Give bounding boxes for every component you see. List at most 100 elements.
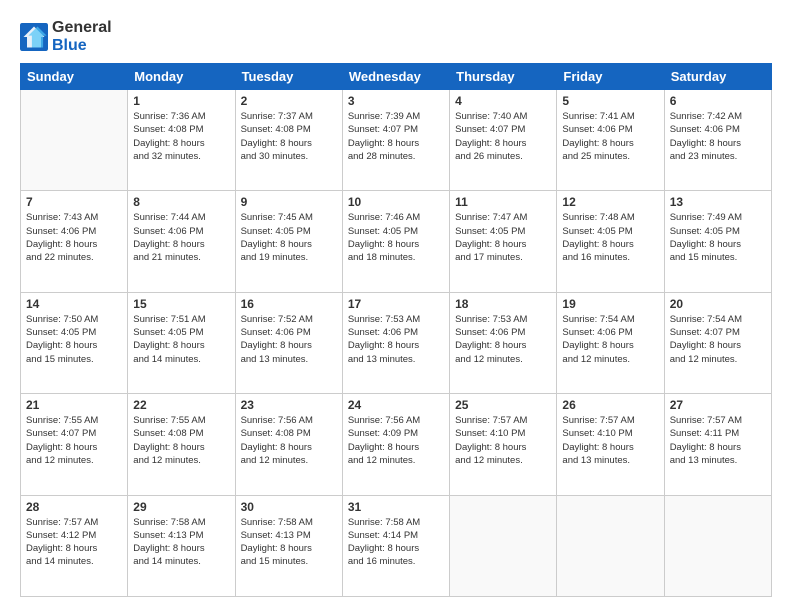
day-content: Sunrise: 7:53 AM Sunset: 4:06 PM Dayligh… — [348, 313, 444, 366]
day-cell: 23Sunrise: 7:56 AM Sunset: 4:08 PM Dayli… — [235, 394, 342, 495]
day-content: Sunrise: 7:57 AM Sunset: 4:11 PM Dayligh… — [670, 414, 766, 467]
day-content: Sunrise: 7:53 AM Sunset: 4:06 PM Dayligh… — [455, 313, 551, 366]
day-cell: 20 Sunrise: 7:54 AM Sunset: 4:07 PM Dayli… — [664, 292, 771, 393]
day-content: Sunrise: 7:50 AM Sunset: 4:05 PM Dayligh… — [26, 313, 122, 366]
logo: General Blue — [20, 19, 112, 55]
day-cell: 24 Sunrise: 7:56 AM Sunset: 4:09 PM Dayli… — [342, 394, 449, 495]
day-number: 21 — [26, 398, 122, 412]
week-row-2: 7 Sunrise: 7:43 AM Sunset: 4:06 PM Daylig… — [21, 191, 772, 292]
weekday-header-wednesday: Wednesday — [342, 64, 449, 90]
calendar-body: 1Sunrise: 7:36 AM Sunset: 4:08 PM Daylig… — [21, 90, 772, 597]
week-row-3: 14 Sunrise: 7:50 AM Sunset: 4:05 PM Dayli… — [21, 292, 772, 393]
logo-text-line1: General — [52, 19, 112, 37]
header: General Blue — [20, 15, 772, 55]
calendar-page: General Blue SundayMondayTuesdayWednesda… — [0, 0, 792, 612]
day-cell: 13 Sunrise: 7:49 AM Sunset: 4:05 PM Dayli… — [664, 191, 771, 292]
weekday-header-friday: Friday — [557, 64, 664, 90]
day-cell: 28Sunrise: 7:57 AM Sunset: 4:12 PM Dayli… — [21, 495, 128, 596]
day-cell: 22Sunrise: 7:55 AM Sunset: 4:08 PM Dayli… — [128, 394, 235, 495]
day-number: 29 — [133, 500, 229, 514]
day-cell: 4 Sunrise: 7:40 AM Sunset: 4:07 PM Daylig… — [450, 90, 557, 191]
day-cell — [21, 90, 128, 191]
weekday-header-tuesday: Tuesday — [235, 64, 342, 90]
day-cell: 25Sunrise: 7:57 AM Sunset: 4:10 PM Dayli… — [450, 394, 557, 495]
day-content: Sunrise: 7:54 AM Sunset: 4:07 PM Dayligh… — [670, 313, 766, 366]
day-content: Sunrise: 7:56 AM Sunset: 4:08 PM Dayligh… — [241, 414, 337, 467]
day-cell: 16 Sunrise: 7:52 AM Sunset: 4:06 PM Dayli… — [235, 292, 342, 393]
day-number: 14 — [26, 297, 122, 311]
day-cell: 27 Sunrise: 7:57 AM Sunset: 4:11 PM Dayli… — [664, 394, 771, 495]
day-number: 22 — [133, 398, 229, 412]
day-cell — [557, 495, 664, 596]
day-number: 4 — [455, 94, 551, 108]
day-number: 31 — [348, 500, 444, 514]
day-content: Sunrise: 7:48 AM Sunset: 4:05 PM Dayligh… — [562, 211, 658, 264]
day-cell: 17 Sunrise: 7:53 AM Sunset: 4:06 PM Dayli… — [342, 292, 449, 393]
day-cell: 19 Sunrise: 7:54 AM Sunset: 4:06 PM Dayli… — [557, 292, 664, 393]
day-number: 2 — [241, 94, 337, 108]
day-content: Sunrise: 7:41 AM Sunset: 4:06 PM Dayligh… — [562, 110, 658, 163]
day-content: Sunrise: 7:39 AM Sunset: 4:07 PM Dayligh… — [348, 110, 444, 163]
day-content: Sunrise: 7:56 AM Sunset: 4:09 PM Dayligh… — [348, 414, 444, 467]
day-content: Sunrise: 7:49 AM Sunset: 4:05 PM Dayligh… — [670, 211, 766, 264]
day-cell: 1Sunrise: 7:36 AM Sunset: 4:08 PM Daylig… — [128, 90, 235, 191]
day-number: 13 — [670, 195, 766, 209]
day-cell: 10Sunrise: 7:46 AM Sunset: 4:05 PM Dayli… — [342, 191, 449, 292]
day-cell: 7 Sunrise: 7:43 AM Sunset: 4:06 PM Daylig… — [21, 191, 128, 292]
day-number: 10 — [348, 195, 444, 209]
day-number: 12 — [562, 195, 658, 209]
day-number: 25 — [455, 398, 551, 412]
weekday-header-saturday: Saturday — [664, 64, 771, 90]
day-number: 24 — [348, 398, 444, 412]
day-number: 16 — [241, 297, 337, 311]
day-content: Sunrise: 7:37 AM Sunset: 4:08 PM Dayligh… — [241, 110, 337, 163]
logo-icon — [20, 23, 48, 51]
day-cell: 3 Sunrise: 7:39 AM Sunset: 4:07 PM Daylig… — [342, 90, 449, 191]
day-content: Sunrise: 7:43 AM Sunset: 4:06 PM Dayligh… — [26, 211, 122, 264]
day-content: Sunrise: 7:55 AM Sunset: 4:07 PM Dayligh… — [26, 414, 122, 467]
day-content: Sunrise: 7:51 AM Sunset: 4:05 PM Dayligh… — [133, 313, 229, 366]
day-content: Sunrise: 7:58 AM Sunset: 4:14 PM Dayligh… — [348, 516, 444, 569]
weekday-row: SundayMondayTuesdayWednesdayThursdayFrid… — [21, 64, 772, 90]
day-cell: 2 Sunrise: 7:37 AM Sunset: 4:08 PM Daylig… — [235, 90, 342, 191]
calendar-header: SundayMondayTuesdayWednesdayThursdayFrid… — [21, 64, 772, 90]
day-cell: 21 Sunrise: 7:55 AM Sunset: 4:07 PM Dayli… — [21, 394, 128, 495]
day-content: Sunrise: 7:54 AM Sunset: 4:06 PM Dayligh… — [562, 313, 658, 366]
day-content: Sunrise: 7:52 AM Sunset: 4:06 PM Dayligh… — [241, 313, 337, 366]
day-cell: 18 Sunrise: 7:53 AM Sunset: 4:06 PM Dayli… — [450, 292, 557, 393]
day-content: Sunrise: 7:45 AM Sunset: 4:05 PM Dayligh… — [241, 211, 337, 264]
day-cell — [664, 495, 771, 596]
day-number: 7 — [26, 195, 122, 209]
calendar-table: SundayMondayTuesdayWednesdayThursdayFrid… — [20, 63, 772, 597]
day-number: 15 — [133, 297, 229, 311]
day-content: Sunrise: 7:47 AM Sunset: 4:05 PM Dayligh… — [455, 211, 551, 264]
day-number: 8 — [133, 195, 229, 209]
day-number: 5 — [562, 94, 658, 108]
day-cell: 12 Sunrise: 7:48 AM Sunset: 4:05 PM Dayli… — [557, 191, 664, 292]
day-cell — [450, 495, 557, 596]
day-content: Sunrise: 7:40 AM Sunset: 4:07 PM Dayligh… — [455, 110, 551, 163]
day-content: Sunrise: 7:57 AM Sunset: 4:10 PM Dayligh… — [562, 414, 658, 467]
weekday-header-sunday: Sunday — [21, 64, 128, 90]
day-cell: 9 Sunrise: 7:45 AM Sunset: 4:05 PM Daylig… — [235, 191, 342, 292]
day-number: 9 — [241, 195, 337, 209]
day-number: 3 — [348, 94, 444, 108]
day-cell: 14 Sunrise: 7:50 AM Sunset: 4:05 PM Dayli… — [21, 292, 128, 393]
day-number: 19 — [562, 297, 658, 311]
day-cell: 5 Sunrise: 7:41 AM Sunset: 4:06 PM Daylig… — [557, 90, 664, 191]
week-row-1: 1Sunrise: 7:36 AM Sunset: 4:08 PM Daylig… — [21, 90, 772, 191]
week-row-4: 21 Sunrise: 7:55 AM Sunset: 4:07 PM Dayli… — [21, 394, 772, 495]
day-cell: 31 Sunrise: 7:58 AM Sunset: 4:14 PM Dayli… — [342, 495, 449, 596]
day-cell: 15 Sunrise: 7:51 AM Sunset: 4:05 PM Dayli… — [128, 292, 235, 393]
day-number: 30 — [241, 500, 337, 514]
day-number: 20 — [670, 297, 766, 311]
day-number: 17 — [348, 297, 444, 311]
day-content: Sunrise: 7:44 AM Sunset: 4:06 PM Dayligh… — [133, 211, 229, 264]
day-cell: 30Sunrise: 7:58 AM Sunset: 4:13 PM Dayli… — [235, 495, 342, 596]
day-content: Sunrise: 7:36 AM Sunset: 4:08 PM Dayligh… — [133, 110, 229, 163]
day-number: 27 — [670, 398, 766, 412]
weekday-header-monday: Monday — [128, 64, 235, 90]
day-number: 18 — [455, 297, 551, 311]
day-cell: 6Sunrise: 7:42 AM Sunset: 4:06 PM Daylig… — [664, 90, 771, 191]
day-cell: 8 Sunrise: 7:44 AM Sunset: 4:06 PM Daylig… — [128, 191, 235, 292]
